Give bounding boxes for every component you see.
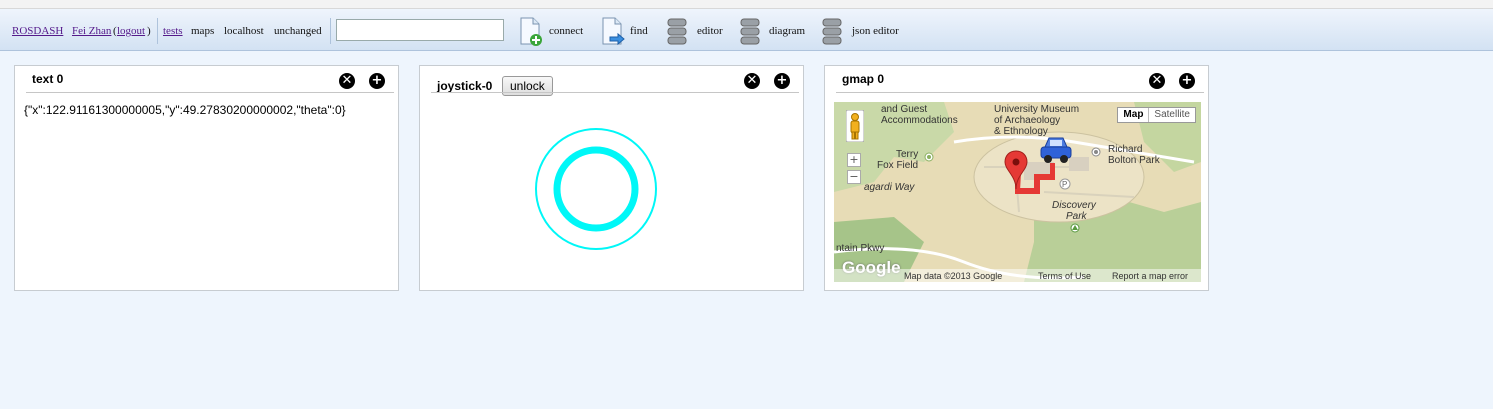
window-top-strip [0,0,1493,9]
map-label: agardi Way [864,182,915,193]
logout-link[interactable]: logout [117,25,145,37]
user-link[interactable]: Fei Zhan [72,25,111,37]
park-icon [1070,223,1080,233]
find-icon[interactable] [600,17,626,47]
svg-text:P: P [1062,180,1067,189]
map-marker-icon[interactable] [1004,150,1028,190]
map-label: of Archaeology [994,115,1061,126]
toolbar-separator [157,18,158,44]
map-label: ntain Pkwy [836,243,885,254]
json-editor-button[interactable]: json editor [852,25,899,37]
map-label: Terry [896,149,919,160]
map-label: Bolton Park [1108,155,1160,166]
text-content: {"x":122.91161300000005,"y":49.278302000… [24,103,346,117]
close-icon[interactable]: ✕ [339,73,355,89]
widget-divider [836,92,1204,93]
toolbar-separator [330,18,331,44]
tests-link[interactable]: tests [163,25,183,37]
diagram-button[interactable]: diagram [769,25,805,37]
widget-divider [26,92,394,93]
json-editor-icon[interactable] [821,17,843,47]
toolbar: ROSDASH Fei Zhan ( logout ) tests maps l… [0,10,1493,51]
map-label: and Guest [881,104,928,115]
map-label: Accommodations [881,115,958,126]
poi-icon [924,152,934,162]
add-icon[interactable]: + [774,73,790,89]
logout-close-paren: ) [147,25,151,37]
diagram-icon[interactable] [739,17,761,47]
add-icon[interactable]: + [1179,73,1195,89]
map-type-map-button[interactable]: Map [1118,108,1150,122]
unlock-button[interactable]: unlock [502,76,553,96]
status-label: unchanged [274,25,322,37]
close-icon[interactable]: ✕ [744,73,760,89]
editor-icon[interactable] [666,17,688,47]
parking-icon: P [1059,178,1071,190]
search-input[interactable] [336,19,504,41]
map-view[interactable]: and Guest Accommodations University Muse… [834,102,1201,282]
map-label: Discovery [1052,200,1096,211]
zoom-in-button[interactable]: + [847,153,861,167]
car-icon[interactable] [1039,135,1073,167]
find-button[interactable]: find [630,25,648,37]
text-widget: text 0 ✕ + {"x":122.91161300000005,"y":4… [14,65,399,291]
joystick-control[interactable] [533,126,659,252]
terms-of-use-link[interactable]: Terms of Use [1038,271,1091,281]
map-type-control: Map Satellite [1117,107,1196,123]
connect-button[interactable]: connect [549,25,583,37]
pegman-icon[interactable] [846,110,864,142]
gmap-widget: gmap 0 ✕ + and Guest Accommodations Univ… [824,65,1209,291]
map-type-satellite-button[interactable]: Satellite [1149,108,1195,122]
editor-button[interactable]: editor [697,25,723,37]
map-data-attribution: Map data ©2013 Google [904,271,1003,281]
widget-title: joystick-0 [437,79,493,93]
map-label: University Museum [994,104,1080,115]
report-map-error-link[interactable]: Report a map error [1112,271,1188,281]
widget-divider [431,92,799,93]
rosdash-link[interactable]: ROSDASH [12,25,63,37]
maps-label[interactable]: maps [191,25,214,37]
widget-title: gmap 0 [842,72,885,86]
map-label: Park [1066,211,1087,222]
connect-icon[interactable] [518,17,544,47]
map-label: Richard [1108,144,1143,155]
close-icon[interactable]: ✕ [1149,73,1165,89]
localhost-label[interactable]: localhost [224,25,264,37]
widget-title: text 0 [32,72,64,86]
map-label: Fox Field [877,160,919,171]
poi-icon [1091,147,1101,157]
joystick-widget: joystick-0 unlock ✕ + [419,65,804,291]
zoom-out-button[interactable]: − [847,170,861,184]
add-icon[interactable]: + [369,73,385,89]
